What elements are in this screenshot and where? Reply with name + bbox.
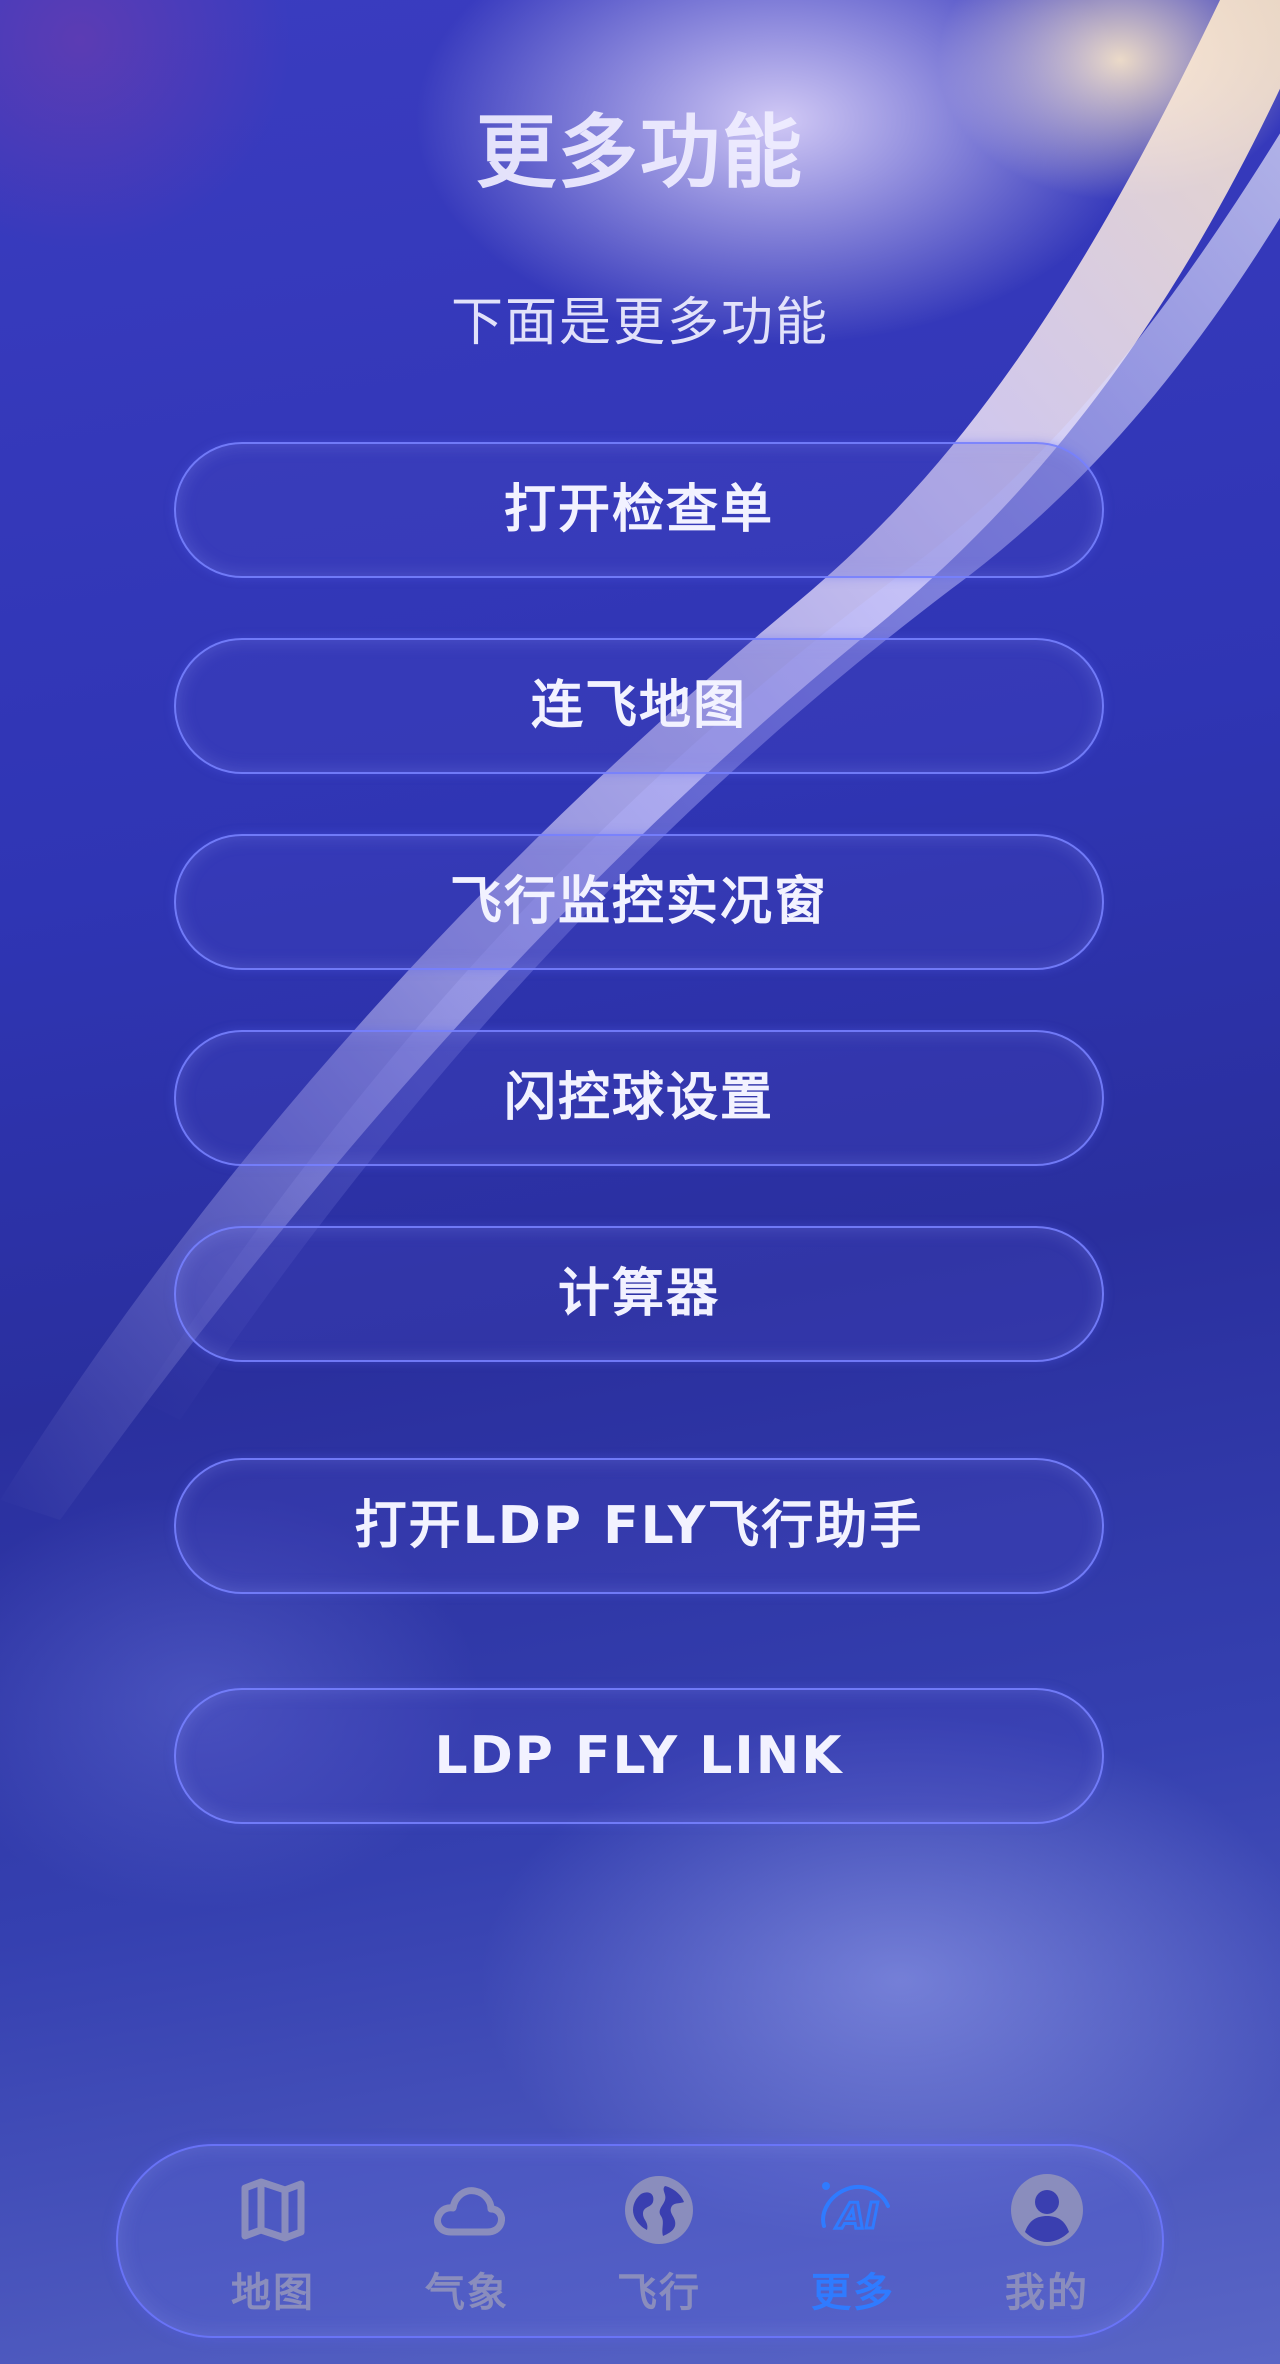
- bottom-tab-bar: 地图 气象 飞行 AI 更多 我的: [116, 2144, 1164, 2338]
- tab-weather-label: 气象: [425, 2270, 509, 2316]
- floating-ball-settings-button[interactable]: 闪控球设置: [174, 1030, 1104, 1166]
- ldp-fly-link-button[interactable]: LDP FLY LINK: [174, 1688, 1104, 1824]
- page-subtitle: 下面是更多功能: [450, 293, 829, 353]
- cloud-icon: [434, 2187, 505, 2236]
- ai-icon: AI: [821, 2182, 890, 2239]
- tab-more[interactable]: AI 更多: [758, 2146, 948, 2340]
- tab-map-label: 地图: [231, 2270, 315, 2316]
- tab-map[interactable]: 地图: [178, 2146, 368, 2340]
- map-icon: [241, 2178, 305, 2242]
- calculator-button[interactable]: 计算器: [174, 1226, 1104, 1362]
- open-ldp-fly-assistant-button[interactable]: 打开LDP FLY飞行助手: [174, 1458, 1104, 1594]
- tab-more-label: 更多: [811, 2270, 895, 2316]
- svg-text:AI: AI: [834, 2196, 878, 2237]
- tab-weather[interactable]: 气象: [372, 2146, 562, 2340]
- flight-monitor-live-window-button[interactable]: 飞行监控实况窗: [174, 834, 1104, 970]
- user-icon: [1011, 2174, 1083, 2246]
- tab-flight-label: 飞行: [617, 2270, 701, 2316]
- multiplayer-map-button[interactable]: 连飞地图: [174, 638, 1104, 774]
- open-checklist-button[interactable]: 打开检查单: [174, 442, 1104, 578]
- tab-profile-label: 我的: [1005, 2270, 1089, 2316]
- page-title: 更多功能: [476, 106, 804, 199]
- globe-icon: [625, 2176, 693, 2244]
- tab-profile[interactable]: 我的: [952, 2146, 1142, 2340]
- more-features-screen: 更多功能 下面是更多功能 打开检查单 连飞地图 飞行监控实况窗 闪控球设置 计算…: [0, 0, 1280, 2364]
- tab-flight[interactable]: 飞行: [564, 2146, 754, 2340]
